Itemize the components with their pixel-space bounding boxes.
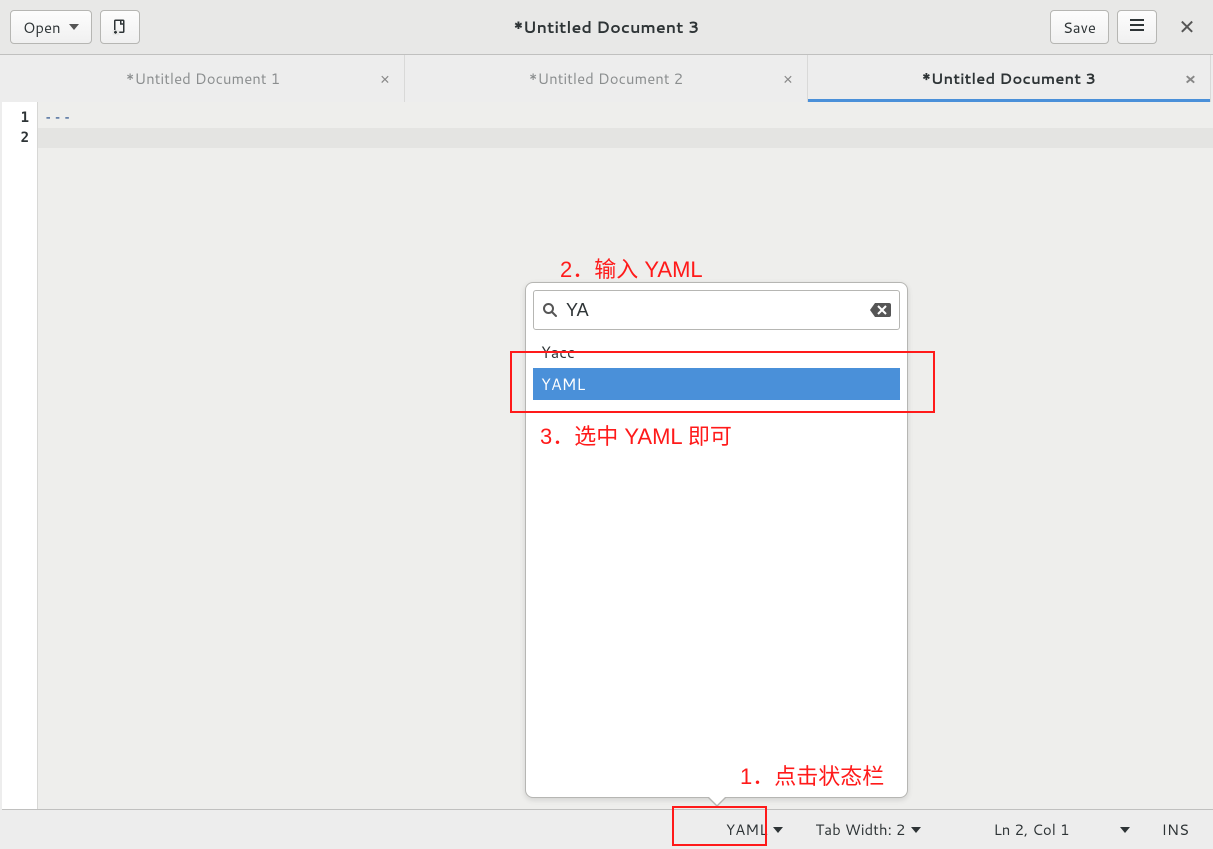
open-button[interactable]: Open [10, 10, 92, 44]
editor-line: --- [38, 108, 1213, 128]
cursor-position-label: Ln 2, Col 1 [993, 819, 1069, 840]
tab-label: *Untitled Document 2 [529, 68, 683, 89]
tab-label: *Untitled Document 3 [922, 68, 1096, 89]
hamburger-icon [1128, 16, 1146, 39]
language-item-yaml[interactable]: YAML [533, 368, 900, 400]
language-item-label: Yacc [541, 341, 575, 364]
language-selector-label: YAML [726, 819, 767, 840]
tab-label: *Untitled Document 1 [126, 68, 280, 89]
search-icon [542, 302, 558, 318]
tab-doc-3[interactable]: *Untitled Document 3 × [808, 55, 1211, 102]
cursor-position[interactable]: Ln 2, Col 1 [985, 817, 1137, 843]
line-number-gutter: 1 2 [2, 102, 38, 809]
menu-button[interactable] [1117, 10, 1157, 44]
tab-width-selector[interactable]: Tab Width: 2 [807, 817, 929, 843]
tab-close-button[interactable]: × [380, 67, 390, 90]
line-number: 1 [2, 108, 37, 128]
language-selector[interactable]: YAML [718, 817, 791, 843]
line-number: 2 [2, 128, 37, 148]
language-list: Yacc YAML [533, 336, 900, 400]
clear-search-icon[interactable] [869, 301, 891, 319]
open-button-label: Open [23, 17, 61, 38]
tab-strip: *Untitled Document 1 × *Untitled Documen… [2, 55, 1211, 102]
tab-doc-2[interactable]: *Untitled Document 2 × [405, 55, 808, 102]
chevron-down-icon [1120, 827, 1130, 833]
close-icon: ✕ [1179, 13, 1196, 41]
chevron-down-icon [773, 827, 783, 833]
header-toolbar: Open *Untitled Document 3 Save ✕ [0, 0, 1213, 55]
save-button-label: Save [1063, 17, 1096, 38]
language-item-label: YAML [541, 373, 585, 396]
window-title: *Untitled Document 3 [514, 16, 700, 39]
tab-close-button[interactable]: × [783, 67, 793, 90]
chevron-down-icon [69, 24, 79, 30]
language-search-input[interactable] [558, 300, 869, 321]
tab-width-label: Tab Width: 2 [815, 819, 905, 840]
editor-line-current [38, 128, 1213, 148]
language-popover: Yacc YAML [525, 282, 908, 798]
chevron-down-icon [911, 827, 921, 833]
new-document-button[interactable] [100, 10, 140, 44]
save-button[interactable]: Save [1050, 10, 1109, 44]
tab-close-button[interactable]: × [1185, 67, 1196, 90]
window-close-button[interactable]: ✕ [1171, 11, 1203, 43]
insert-mode-label: INS [1162, 819, 1189, 840]
status-bar: YAML Tab Width: 2 Ln 2, Col 1 INS [2, 809, 1213, 849]
language-item-yacc[interactable]: Yacc [533, 336, 900, 368]
popover-arrow [707, 797, 727, 807]
insert-mode[interactable]: INS [1154, 817, 1197, 843]
language-search-field[interactable] [533, 290, 900, 330]
tab-doc-1[interactable]: *Untitled Document 1 × [2, 55, 405, 102]
new-document-icon [111, 18, 129, 36]
